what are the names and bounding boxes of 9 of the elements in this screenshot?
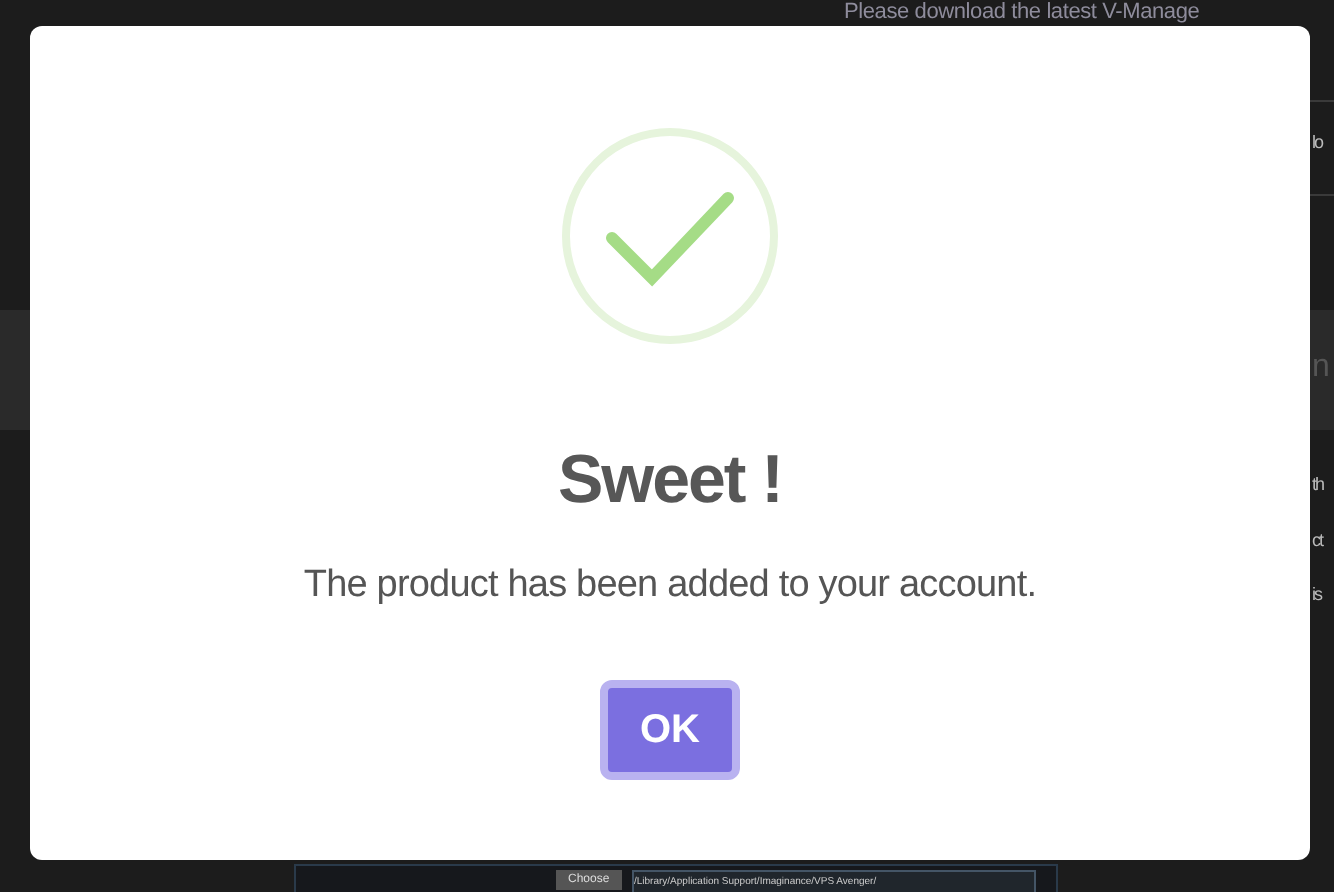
background-text: th: [1312, 474, 1324, 494]
background-text: is: [1312, 584, 1321, 604]
dialog-message: The product has been added to your account.: [303, 564, 1037, 608]
notice-text: Please download the latest V-Manage: [844, 0, 1200, 24]
background-text: lo: [1312, 132, 1323, 152]
success-check-icon: [560, 126, 780, 346]
background-text: ct: [1312, 530, 1323, 550]
dialog-title: Sweet !: [557, 442, 783, 520]
ok-button[interactable]: OK: [600, 680, 740, 780]
